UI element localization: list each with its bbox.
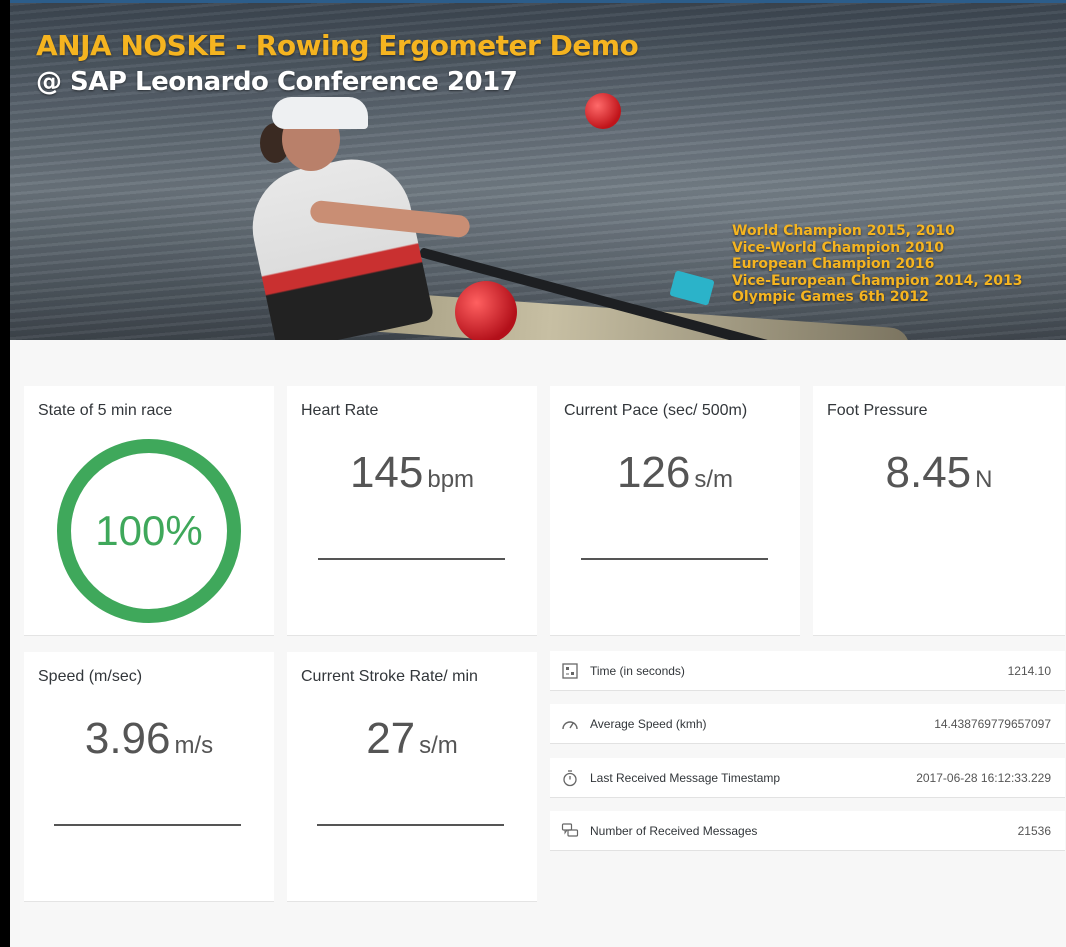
stopwatch-icon: [560, 768, 580, 788]
kpi-value: 126 s/m: [550, 448, 800, 498]
kpi-unit: bpm: [427, 466, 475, 493]
list-item-average-speed[interactable]: Average Speed (kmh) 14.438769779657097: [550, 704, 1065, 744]
achievement-item: Olympic Games 6th 2012: [732, 289, 929, 305]
list-item-label: Number of Received Messages: [590, 823, 758, 838]
sparkline: [318, 558, 505, 560]
kpi-value: 145 bpm: [287, 448, 537, 498]
list-item-value: 21536: [1017, 823, 1051, 838]
tile-header: Current Pace (sec/ 500m): [564, 402, 748, 419]
kpi-value: 27 s/m: [287, 714, 537, 764]
rower-cap-image: [272, 97, 368, 129]
race-progress-tile[interactable]: State of 5 min race 100%: [24, 386, 274, 636]
kpi-unit: s/m: [694, 466, 734, 493]
kpi-number: 145: [349, 448, 424, 497]
kpi-unit: s/m: [419, 732, 458, 759]
tile-header: Heart Rate: [301, 402, 379, 419]
speed-tile[interactable]: Speed (m/sec) 3.96 m/s: [24, 652, 274, 902]
tile-header: State of 5 min race: [38, 402, 173, 419]
list-item-last-timestamp[interactable]: Last Received Message Timestamp 2017-06-…: [550, 758, 1065, 798]
timer-grid-icon: [560, 661, 580, 681]
list-item-value: 14.438769779657097: [934, 716, 1051, 731]
list-item-value: 2017-06-28 16:12:33.229: [916, 770, 1051, 785]
achievement-item: Vice-World Champion 2010: [732, 239, 945, 256]
tile-header: Speed (m/sec): [38, 668, 143, 685]
progress-ring: 100%: [56, 438, 242, 624]
dashboard-frame: ANJA NOSKE - Rowing Ergometer Demo @ SAP…: [10, 0, 1066, 947]
tile-header: Foot Pressure: [827, 402, 928, 419]
sparkline: [581, 558, 768, 560]
sparkline: [317, 824, 504, 826]
sparkline: [54, 824, 241, 826]
kpi-number: 27: [366, 714, 416, 763]
hero-banner: ANJA NOSKE - Rowing Ergometer Demo @ SAP…: [10, 3, 1066, 340]
progress-value: 100%: [95, 507, 203, 554]
list-item-received-messages[interactable]: Number of Received Messages 21536: [550, 811, 1065, 851]
chat-bubbles-icon: [560, 821, 580, 841]
heart-rate-tile[interactable]: Heart Rate 145 bpm: [287, 386, 537, 636]
pace-tile[interactable]: Current Pace (sec/ 500m) 126 s/m: [550, 386, 800, 636]
banner-subtitle: @ SAP Leonardo Conference 2017: [36, 67, 518, 97]
kpi-value: 3.96 m/s: [24, 714, 274, 764]
speedometer-icon: [560, 714, 580, 734]
kpi-unit: N: [975, 466, 993, 493]
list-item-time[interactable]: Time (in seconds) 1214.10: [550, 651, 1065, 691]
foot-pressure-tile[interactable]: Foot Pressure 8.45 N: [813, 386, 1065, 636]
achievement-item: European Champion 2016: [732, 256, 935, 272]
kpi-value: 8.45 N: [813, 448, 1065, 498]
stroke-rate-tile[interactable]: Current Stroke Rate/ min 27 s/m: [287, 652, 537, 902]
achievement-item: Vice-European Champion 2014, 2013: [732, 272, 1023, 289]
list-item-label: Time (in seconds): [590, 663, 685, 678]
list-item-label: Average Speed (kmh): [590, 716, 707, 731]
list-item-label: Last Received Message Timestamp: [590, 770, 781, 785]
buoy-image: [455, 281, 517, 340]
kpi-unit: m/s: [174, 732, 214, 759]
achievement-item: World Champion 2015, 2010: [732, 223, 955, 239]
buoy-image: [585, 93, 621, 129]
kpi-number: 8.45: [885, 448, 972, 497]
tile-header: Current Stroke Rate/ min: [301, 668, 478, 685]
kpi-number: 3.96: [84, 714, 171, 763]
achievements-list: World Champion 2015, 2010 Vice-World Cha…: [732, 223, 1023, 306]
kpi-number: 126: [616, 448, 691, 497]
banner-title: ANJA NOSKE - Rowing Ergometer Demo: [36, 29, 639, 62]
list-item-value: 1214.10: [1007, 663, 1051, 678]
